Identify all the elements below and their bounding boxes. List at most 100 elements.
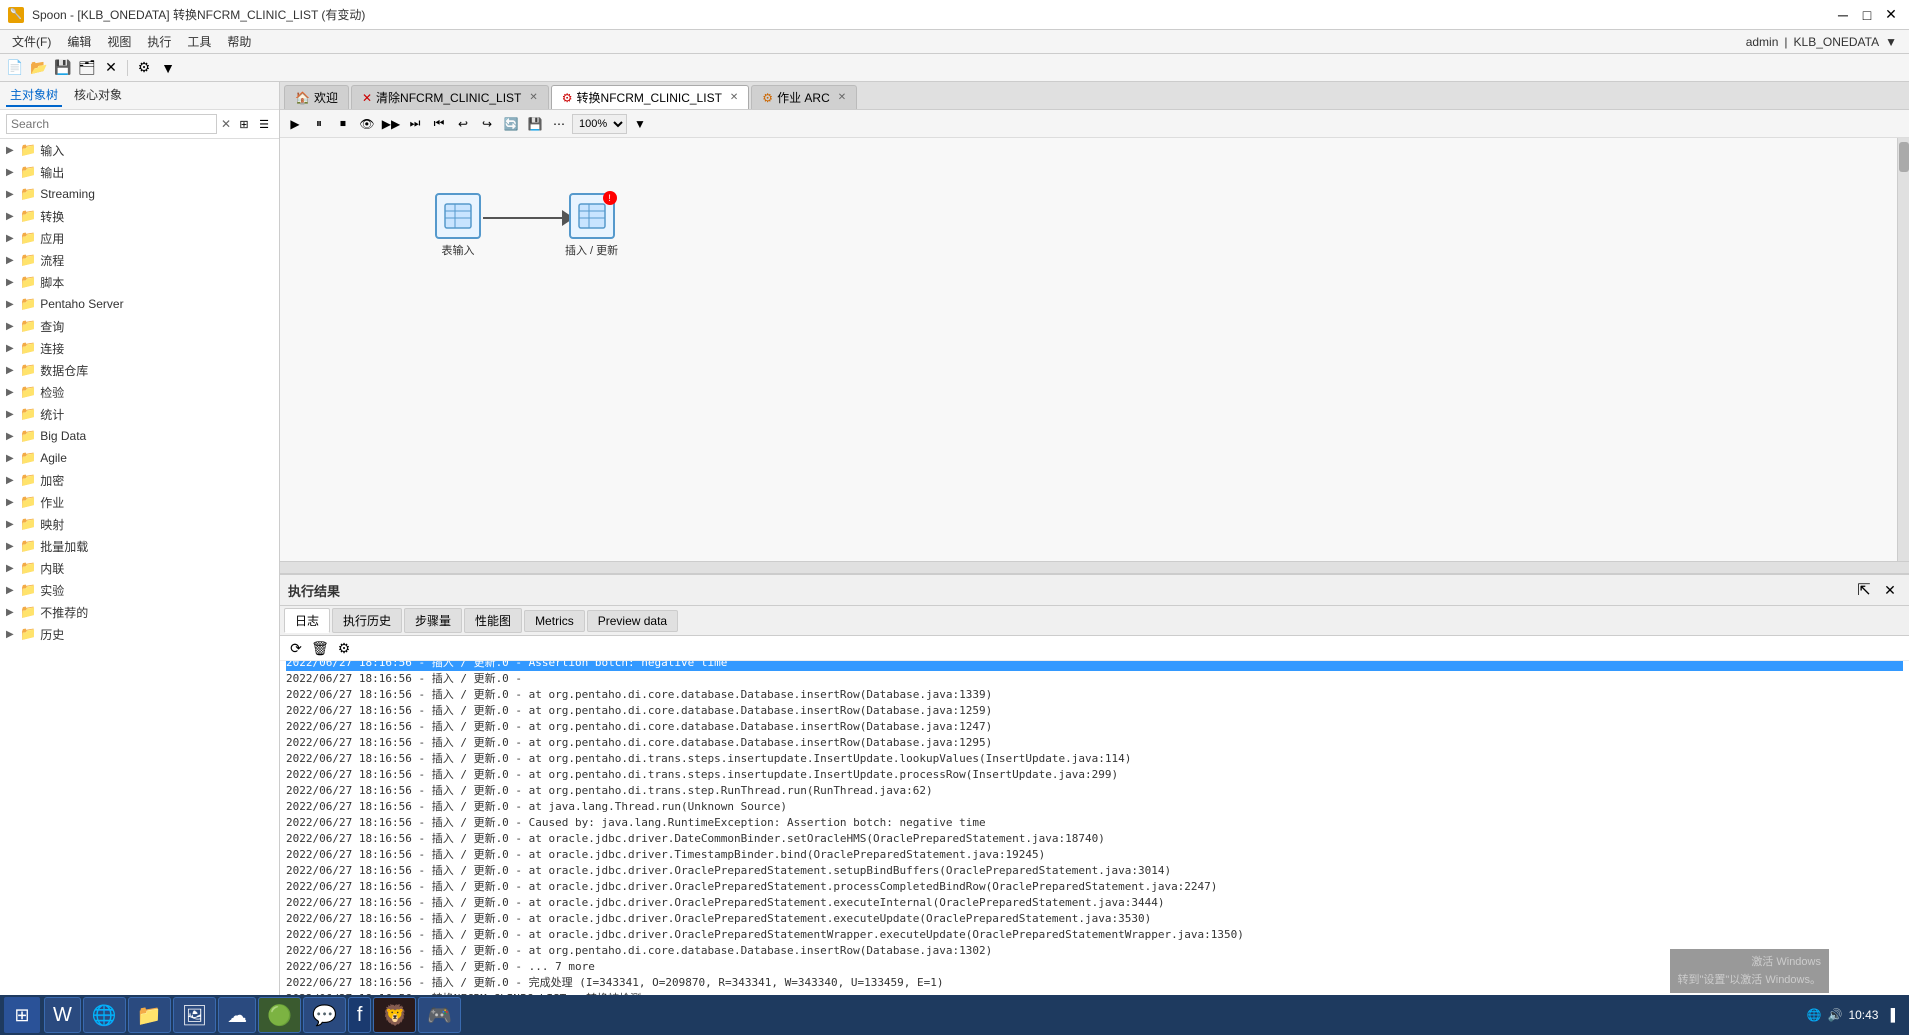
taskbar-item-explorer[interactable]: 📁 xyxy=(128,997,171,1033)
menu-tools[interactable]: 工具 xyxy=(179,31,219,52)
rewind-button[interactable]: ⏮ xyxy=(428,113,450,135)
log-clear-button[interactable]: 🗑 xyxy=(310,638,330,658)
tree-item-app[interactable]: ▶ 📁 应用 xyxy=(0,227,279,249)
run-button[interactable]: ▶ xyxy=(284,113,306,135)
tree-item-dw[interactable]: ▶ 📁 数据仓库 xyxy=(0,359,279,381)
undo-button[interactable]: ↩ xyxy=(452,113,474,135)
menu-help[interactable]: 帮助 xyxy=(219,31,259,52)
tab-welcome[interactable]: 🏠 欢迎 xyxy=(284,85,349,109)
search-clear-icon[interactable]: ✕ xyxy=(221,117,231,131)
menu-view[interactable]: 视图 xyxy=(99,31,139,52)
taskbar-item-brave[interactable]: 🦁 xyxy=(373,997,416,1033)
collapse-all-button[interactable]: ☰ xyxy=(255,115,273,133)
zoom-select[interactable]: 100% 75% 50% 150% xyxy=(572,114,627,134)
minimize-button[interactable]: ─ xyxy=(1833,5,1853,25)
tree-item-encrypt[interactable]: ▶ 📁 加密 xyxy=(0,469,279,491)
canvas-vscroll[interactable] xyxy=(1897,138,1909,561)
exec-close-button[interactable]: ✕ xyxy=(1879,579,1901,601)
exec-tab-history[interactable]: 执行历史 xyxy=(332,608,402,633)
tree-item-streaming[interactable]: ▶ 📁 Streaming xyxy=(0,183,279,205)
menu-execute[interactable]: 执行 xyxy=(139,31,179,52)
run-next-button[interactable]: ▶▶ xyxy=(380,113,402,135)
start-button[interactable]: ⊞ xyxy=(4,997,40,1033)
menu-edit[interactable]: 编辑 xyxy=(59,31,99,52)
tree-item-pentaho[interactable]: ▶ 📁 Pentaho Server xyxy=(0,293,279,315)
exec-tab-steps[interactable]: 步骤量 xyxy=(404,608,462,633)
refresh-button[interactable]: 🔄 xyxy=(500,113,522,135)
tree-item-stats[interactable]: ▶ 📁 统计 xyxy=(0,403,279,425)
tab-job-close[interactable]: ✕ xyxy=(838,92,846,103)
new-button[interactable]: 📄 xyxy=(4,57,26,79)
skip-button[interactable]: ⏭ xyxy=(404,113,426,135)
admin-dropdown-icon[interactable]: ▼ xyxy=(1885,35,1897,49)
tree-item-bigdata[interactable]: ▶ 📁 Big Data xyxy=(0,425,279,447)
sidebar-search-bar: ✕ ⊞ ☰ xyxy=(0,110,279,139)
taskbar-item-word[interactable]: W xyxy=(44,997,81,1033)
zoom-dropdown-button[interactable]: ▼ xyxy=(629,113,651,135)
transform-canvas[interactable]: 表输入 ! 插入 / 更新 xyxy=(280,138,1909,561)
tab-clean[interactable]: ✕ 清除NFCRM_CLINIC_LIST ✕ xyxy=(351,85,549,109)
pause-button[interactable]: ⏸ xyxy=(308,113,330,135)
tree-item-map[interactable]: ▶ 📁 映射 xyxy=(0,513,279,535)
more-button[interactable]: ⋯ xyxy=(548,113,570,135)
log-refresh-button[interactable]: ⟳ xyxy=(286,638,306,658)
exec-expand-button[interactable]: ⇱ xyxy=(1853,579,1875,601)
tree-item-agile[interactable]: ▶ 📁 Agile xyxy=(0,447,279,469)
tree-item-deprecated[interactable]: ▶ 📁 不推荐的 xyxy=(0,601,279,623)
menu-file[interactable]: 文件(F) xyxy=(4,31,59,52)
taskbar-volume-icon[interactable]: 🔊 xyxy=(1828,1008,1843,1022)
taskbar-item-ie[interactable]: 🌐 xyxy=(83,997,126,1033)
tab-clean-close[interactable]: ✕ xyxy=(529,92,537,103)
sidebar-tab-main[interactable]: 主对象树 xyxy=(6,84,62,107)
tree-item-connect[interactable]: ▶ 📁 连接 xyxy=(0,337,279,359)
tree-item-transform[interactable]: ▶ 📁 转换 xyxy=(0,205,279,227)
sidebar-tab-core[interactable]: 核心对象 xyxy=(70,84,126,107)
taskbar-item-fb[interactable]: f xyxy=(348,997,372,1033)
tree-item-job[interactable]: ▶ 📁 作业 xyxy=(0,491,279,513)
dropdown-button[interactable]: ▼ xyxy=(157,57,179,79)
taskbar-item-cloud[interactable]: ☁ xyxy=(218,997,256,1033)
exec-tab-perf[interactable]: 性能图 xyxy=(464,608,522,633)
open-button[interactable]: 📂 xyxy=(28,57,50,79)
taskbar-item-game[interactable]: 🎮 xyxy=(418,997,461,1033)
redo-button[interactable]: ↪ xyxy=(476,113,498,135)
log-area[interactable]: 2022/06/27 18:16:56 - 插入 / 更新.0 - ERROR … xyxy=(280,661,1909,1033)
taskbar-item-chat[interactable]: 💬 xyxy=(303,997,346,1033)
taskbar-item-photos[interactable]: 🖼 xyxy=(173,997,216,1033)
restore-button[interactable]: □ xyxy=(1857,5,1877,25)
tree-item-input[interactable]: ▶ 📁 输入 xyxy=(0,139,279,161)
expand-all-button[interactable]: ⊞ xyxy=(235,115,253,133)
exec-tab-log[interactable]: 日志 xyxy=(284,608,330,633)
tree-item-query[interactable]: ▶ 📁 查询 xyxy=(0,315,279,337)
taskbar-show-desktop[interactable]: ▐ xyxy=(1884,1006,1897,1024)
log-settings-button[interactable]: ⚙ xyxy=(334,638,354,658)
tab-transform-close[interactable]: ✕ xyxy=(730,92,738,103)
close-button[interactable]: ✕ xyxy=(1881,5,1901,25)
tree-item-script[interactable]: ▶ 📁 脚本 xyxy=(0,271,279,293)
taskbar-activate: 激活 Windows转到"设置"以激活 Windows。 xyxy=(1670,949,1830,993)
canvas-hscroll[interactable] xyxy=(280,561,1909,573)
preview-button[interactable]: 👁 xyxy=(356,113,378,135)
search-input[interactable] xyxy=(6,114,217,134)
settings-button[interactable]: ⚙ xyxy=(133,57,155,79)
close-button2[interactable]: ✕ xyxy=(100,57,122,79)
tree-item-flow[interactable]: ▶ 📁 流程 xyxy=(0,249,279,271)
save-button[interactable]: 💾 xyxy=(52,57,74,79)
save-canvas-button[interactable]: 💾 xyxy=(524,113,546,135)
stop-button[interactable]: ⏹ xyxy=(332,113,354,135)
tree-item-experiment[interactable]: ▶ 📁 实验 xyxy=(0,579,279,601)
step-insert-update[interactable]: ! 插入 / 更新 xyxy=(565,193,618,258)
tree-item-inline[interactable]: ▶ 📁 内联 xyxy=(0,557,279,579)
tree-item-output[interactable]: ▶ 📁 输出 xyxy=(0,161,279,183)
tab-job[interactable]: ⚙ 作业 ARC ✕ xyxy=(751,85,857,109)
tree-item-check[interactable]: ▶ 📁 检验 xyxy=(0,381,279,403)
exec-tab-metrics[interactable]: Metrics xyxy=(524,610,585,632)
save-all-button[interactable]: 🗂 xyxy=(76,57,98,79)
tab-transform[interactable]: ⚙ 转换NFCRM_CLINIC_LIST ✕ xyxy=(551,85,750,109)
taskbar-item-chrome[interactable]: 🟢 xyxy=(258,997,301,1033)
tree-folder-flow: 📁 xyxy=(20,252,36,268)
tree-item-history[interactable]: ▶ 📁 历史 xyxy=(0,623,279,645)
tree-item-bulk[interactable]: ▶ 📁 批量加载 xyxy=(0,535,279,557)
step-table-input[interactable]: 表输入 xyxy=(435,193,481,258)
exec-tab-preview[interactable]: Preview data xyxy=(587,610,678,632)
